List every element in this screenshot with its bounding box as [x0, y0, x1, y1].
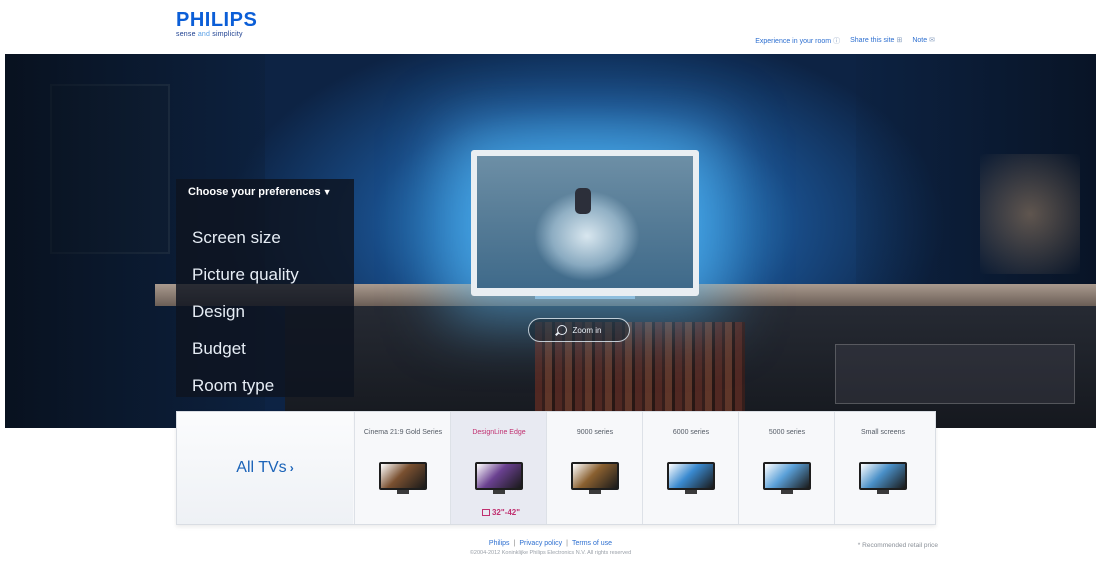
note-link[interactable]: Note ✉ — [912, 36, 935, 46]
series-card[interactable]: 5000 series — [738, 412, 834, 524]
zoom-in-button[interactable]: Zoom in — [528, 318, 630, 342]
series-title: Small screens — [861, 429, 905, 436]
share-icon: ⊞ — [896, 37, 903, 44]
series-title: 9000 series — [576, 429, 614, 436]
pref-screen-size[interactable]: Screen size — [192, 219, 299, 256]
thumbnail-stand — [781, 490, 793, 494]
pref-design[interactable]: Design — [192, 293, 299, 330]
tv-series-strip: All TVs › Cinema 21:9 Gold Series DesignLi… — [176, 411, 936, 525]
size-range-label: 32"-42" — [491, 508, 521, 517]
thumbnail-stand — [589, 490, 601, 494]
pref-picture-quality[interactable]: Picture quality — [192, 256, 299, 293]
series-title: Cinema 21:9 Gold Series — [363, 429, 443, 436]
size-range-tag: 32"-42" — [473, 508, 529, 517]
thumbnail-stand — [877, 490, 889, 494]
series-card[interactable]: Small screens — [834, 412, 930, 524]
zoom-in-label: Zoom in — [572, 325, 602, 335]
preferences-list: Screen size Picture quality Design Budge… — [192, 219, 299, 404]
chevron-right-icon: › — [289, 461, 294, 475]
series-thumbnail — [859, 462, 907, 490]
series-thumbnail — [571, 462, 619, 490]
cabinet-drawer — [835, 344, 1075, 404]
series-title: DesignLine Edge — [472, 429, 526, 436]
footer-separator: | — [513, 540, 516, 547]
thumbnail-stand — [685, 490, 697, 494]
all-tvs-link[interactable]: All TVs › — [177, 412, 353, 524]
triangle-down-icon: ▼ — [322, 187, 332, 197]
pref-room-type[interactable]: Room type — [192, 367, 299, 404]
footer-link-terms[interactable]: Terms of use — [572, 540, 612, 547]
thumbnail-stand — [493, 490, 505, 494]
info-icon: ⓘ — [833, 38, 841, 45]
copyright-text: ©2004-2012 Koninklijke Philips Electroni… — [469, 550, 632, 556]
series-card[interactable]: DesignLine Edge 32"-42" — [450, 412, 546, 524]
featured-tv — [471, 150, 699, 296]
pref-budget[interactable]: Budget — [192, 330, 299, 367]
series-thumbnail — [379, 462, 427, 490]
series-card[interactable]: Cinema 21:9 Gold Series — [354, 412, 450, 524]
tv-screen-image — [477, 156, 693, 288]
page: PHILIPS sense and simplicity Experience … — [0, 0, 1101, 563]
header-links: Experience in your room ⓘ Share this site… — [755, 36, 935, 46]
experience-in-room-link[interactable]: Experience in your room ⓘ — [755, 36, 840, 46]
thumbnail-stand — [397, 490, 409, 494]
share-site-link[interactable]: Share this site ⊞ — [850, 36, 902, 46]
series-thumbnail — [475, 462, 523, 490]
all-tvs-label: All TVs — [236, 459, 287, 476]
preferences-panel: Choose your preferences ▼ Screen size Pic… — [176, 179, 354, 397]
footer-link-philips[interactable]: Philips — [489, 540, 510, 547]
note-icon: ✉ — [929, 37, 935, 44]
brand-wordmark: PHILIPS — [176, 9, 258, 31]
series-title: 5000 series — [768, 429, 806, 436]
water-wake — [517, 176, 667, 286]
screen-size-icon — [481, 509, 490, 516]
series-title: 6000 series — [672, 429, 710, 436]
series-thumbnail — [763, 462, 811, 490]
preferences-dropdown[interactable]: Choose your preferences ▼ — [188, 186, 332, 198]
brand-tagline: sense and simplicity — [176, 31, 243, 38]
series-card[interactable]: 9000 series — [546, 412, 642, 524]
price-footnote: * Recommended retail price — [857, 542, 938, 549]
site-header: PHILIPS sense and simplicity Experience … — [0, 0, 1101, 54]
philips-logo[interactable]: PHILIPS sense and simplicity — [176, 10, 257, 38]
magnifier-icon — [556, 325, 567, 335]
footer-separator: | — [566, 540, 568, 547]
series-card[interactable]: 6000 series — [642, 412, 738, 524]
lamp-glow — [980, 154, 1080, 274]
water-skier — [575, 188, 591, 214]
hero-room-scene — [5, 54, 1096, 428]
series-thumbnail — [667, 462, 715, 490]
footer-link-privacy[interactable]: Privacy policy — [519, 540, 562, 547]
